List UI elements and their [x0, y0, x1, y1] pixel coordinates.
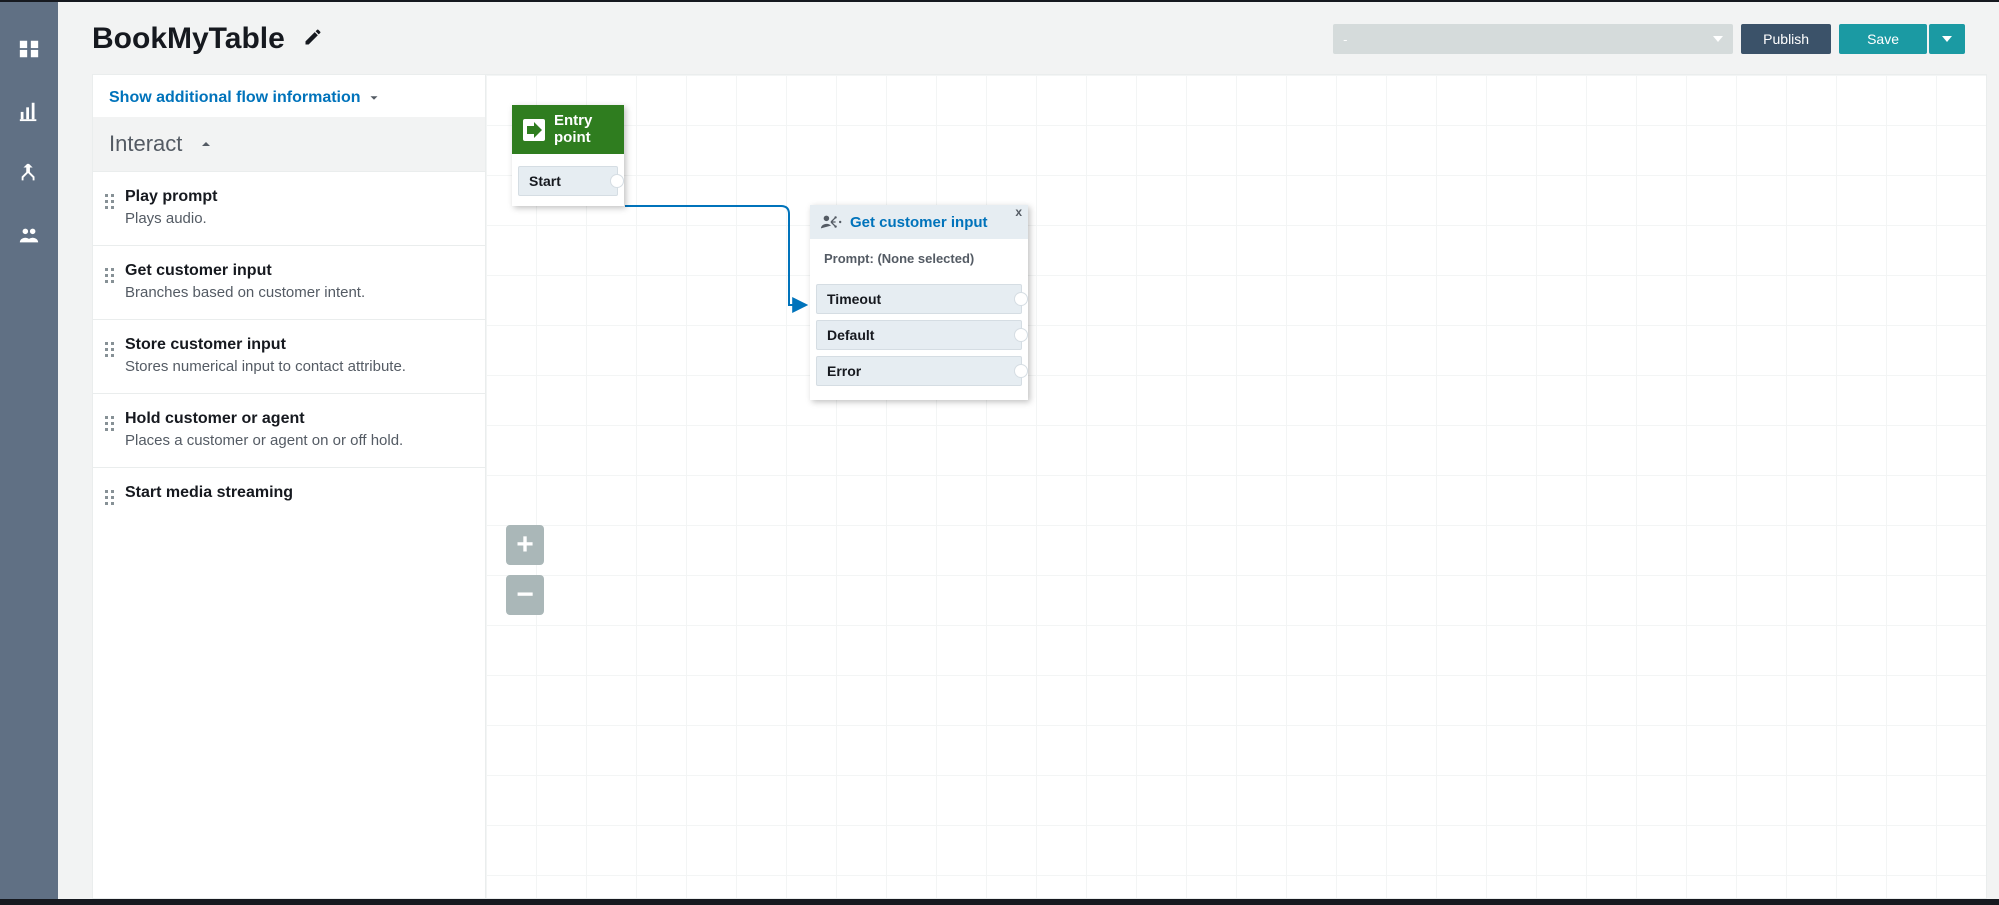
port-error[interactable]: Error [816, 356, 1022, 386]
edit-title-icon[interactable] [303, 27, 323, 52]
save-split-button[interactable] [1929, 24, 1965, 54]
block-title: Play prompt [125, 188, 217, 206]
node-entry-header: Entry point [512, 105, 624, 154]
drag-handle-icon [105, 490, 117, 506]
flow-canvas[interactable]: Entry point Start Get customer input [486, 74, 1987, 899]
block-desc: Places a customer or agent on or off hol… [125, 432, 403, 449]
block-title: Start media streaming [125, 484, 293, 502]
category-label: Interact [109, 131, 182, 157]
category-header-interact[interactable]: Interact [93, 117, 485, 171]
node-entry-title-1: Entry [554, 113, 592, 130]
drag-handle-icon [105, 342, 117, 375]
customer-input-icon [820, 213, 842, 231]
publish-button[interactable]: Publish [1741, 24, 1831, 54]
page-title: BookMyTable [92, 22, 285, 56]
node-entry-title-2: point [554, 130, 592, 147]
show-flow-info-toggle[interactable]: Show additional flow information [93, 75, 485, 117]
block-item-start-media-streaming[interactable]: Start media streaming [93, 467, 485, 524]
show-flow-info-label: Show additional flow information [109, 89, 361, 107]
blocks-sidebar: Show additional flow information Interac… [92, 74, 486, 899]
block-item-hold-customer-or-agent[interactable]: Hold customer or agent Places a customer… [93, 393, 485, 467]
users-icon[interactable] [0, 224, 58, 246]
metrics-icon[interactable] [0, 100, 58, 122]
nav-rail [0, 2, 58, 899]
port-start[interactable]: Start [518, 166, 618, 196]
zoom-in-button[interactable]: + [506, 525, 544, 565]
block-desc: Branches based on customer intent. [125, 284, 365, 301]
block-title: Store customer input [125, 336, 406, 354]
node-gci-header: Get customer input x [810, 205, 1028, 239]
block-item-play-prompt[interactable]: Play prompt Plays audio. [93, 171, 485, 245]
drag-handle-icon [105, 268, 117, 301]
chevron-down-icon [1713, 36, 1723, 42]
node-gci-title: Get customer input [850, 214, 988, 231]
version-select[interactable]: - [1333, 24, 1733, 54]
block-title: Get customer input [125, 262, 365, 280]
block-item-get-customer-input[interactable]: Get customer input Branches based on cus… [93, 245, 485, 319]
chevron-down-icon [1942, 36, 1952, 42]
save-button[interactable]: Save [1839, 24, 1927, 54]
node-gci-prompt: Prompt: (None selected) [810, 239, 1028, 284]
drag-handle-icon [105, 194, 117, 227]
routing-icon[interactable] [0, 162, 58, 184]
close-icon[interactable]: x [1015, 205, 1022, 219]
block-desc: Plays audio. [125, 210, 217, 227]
port-default[interactable]: Default [816, 320, 1022, 350]
chevron-up-icon [198, 136, 214, 152]
block-title: Hold customer or agent [125, 410, 403, 428]
drag-handle-icon [105, 416, 117, 449]
dashboard-icon[interactable] [0, 38, 58, 60]
zoom-out-button[interactable]: − [506, 575, 544, 615]
node-entry-point[interactable]: Entry point Start [512, 105, 624, 206]
version-select-placeholder: - [1343, 32, 1347, 47]
block-item-store-customer-input[interactable]: Store customer input Stores numerical in… [93, 319, 485, 393]
node-get-customer-input[interactable]: Get customer input x Prompt: (None selec… [810, 205, 1028, 400]
titlebar: BookMyTable - Publish Save [58, 2, 1999, 74]
arrow-right-box-icon [522, 118, 546, 142]
chevron-down-icon [367, 91, 381, 105]
port-timeout[interactable]: Timeout [816, 284, 1022, 314]
block-desc: Stores numerical input to contact attrib… [125, 358, 406, 375]
